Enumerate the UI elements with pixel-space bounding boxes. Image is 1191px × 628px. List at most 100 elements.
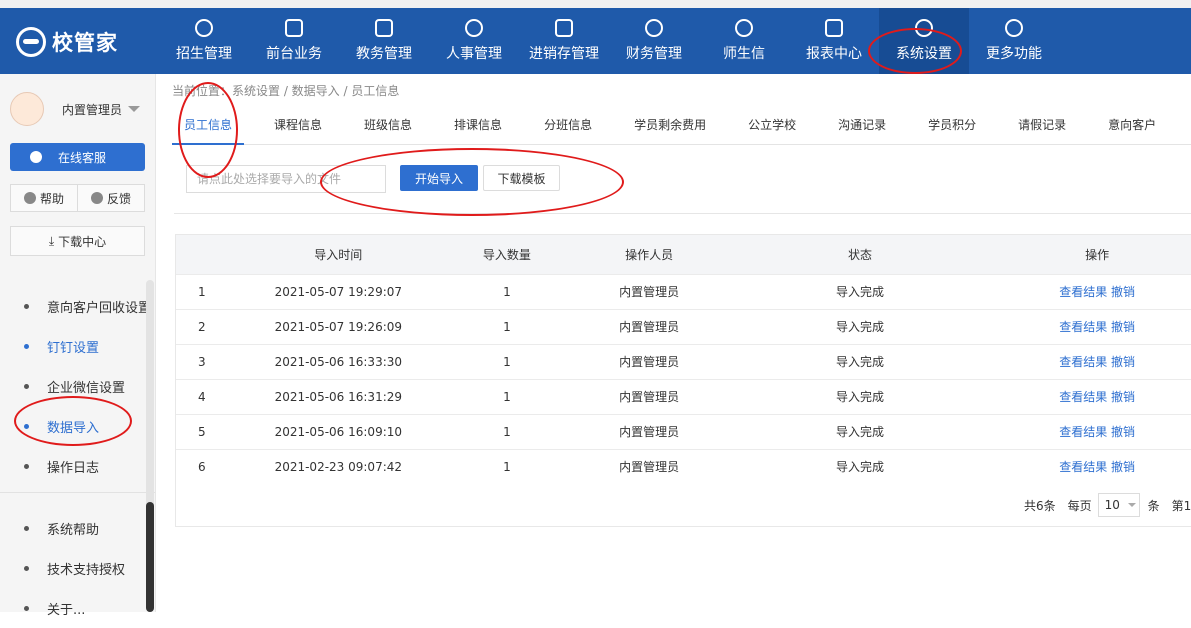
cell-time: 2021-05-06 16:09:10 [243,413,434,449]
cell-index: 1 [176,273,244,309]
view-result-link[interactable]: 查看结果 [1059,390,1107,404]
chevron-down-icon [1127,503,1136,507]
tab-leads[interactable]: 意向客户 [1096,110,1168,145]
menu-item-lead-recycle[interactable]: 意向客户回收设置 [0,286,155,326]
section-divider [174,213,1191,214]
window-icon [285,19,303,37]
undo-link[interactable]: 撤销 [1111,355,1135,369]
page-size-select[interactable]: 10 [1097,493,1140,517]
user-menu[interactable]: 内置管理员 [10,92,141,126]
undo-link[interactable]: 撤销 [1111,460,1135,474]
logo-text: 校管家 [52,31,118,55]
view-result-link[interactable]: 查看结果 [1059,285,1107,299]
cell-time: 2021-05-07 19:29:07 [243,273,434,309]
nav-item-more[interactable]: 更多功能 [969,8,1059,74]
avatar [10,92,44,126]
cell-time: 2021-05-06 16:31:29 [243,378,434,414]
download-template-button[interactable]: 下载模板 [483,165,560,191]
cell-operator: 内置管理员 [580,378,718,414]
cell-count: 1 [433,448,581,484]
online-service-button[interactable]: 在线客服 [10,143,145,171]
help-button[interactable]: 帮助 [10,184,78,212]
yuan-icon [645,19,663,37]
cell-status: 导入完成 [717,273,1003,309]
cell-count: 1 [433,273,581,309]
view-result-link[interactable]: 查看结果 [1059,320,1107,334]
nav-item-front-desk[interactable]: 前台业务 [249,8,339,74]
cell-count: 1 [433,413,581,449]
cell-time: 2021-02-23 09:07:42 [243,448,434,484]
nav-item-messages[interactable]: 师生信 [699,8,789,74]
view-result-link[interactable]: 查看结果 [1059,355,1107,369]
tab-student-points[interactable]: 学员积分 [916,110,988,145]
tab-course-info[interactable]: 课程信息 [262,110,334,145]
cell-actions: 查看结果 撤销 [1002,448,1191,484]
nav-item-reports[interactable]: 报表中心 [789,8,879,74]
scrollbar-thumb[interactable] [146,502,154,612]
help-feedback-row: 帮助 反馈 [10,184,145,212]
pagination: 共6条 每页 10 条 第1 [1024,493,1191,517]
tab-leave-records[interactable]: 请假记录 [1006,110,1078,145]
cell-operator: 内置管理员 [580,273,718,309]
col-header-count: 导入数量 [433,235,581,274]
question-icon [23,192,36,204]
bullet-icon [24,343,29,349]
tab-remaining-fees[interactable]: 学员剩余费用 [622,110,718,145]
file-picker-input[interactable]: 请点此处选择要导入的文件 [186,165,386,193]
menu-item-data-import[interactable]: 数据导入 [0,406,155,446]
undo-link[interactable]: 撤销 [1111,320,1135,334]
cell-time: 2021-05-07 19:26:09 [243,308,434,344]
undo-link[interactable]: 撤销 [1111,390,1135,404]
tab-public-school[interactable]: 公立学校 [736,110,808,145]
cell-actions: 查看结果 撤销 [1002,343,1191,379]
browser-strip [0,0,1191,8]
cell-time: 2021-05-06 16:33:30 [243,343,434,379]
nav-item-enrollment[interactable]: 招生管理 [159,8,249,74]
pager-unit: 条 [1147,498,1160,513]
cell-operator: 内置管理员 [580,308,718,344]
view-result-link[interactable]: 查看结果 [1059,460,1107,474]
menu-item-operation-log[interactable]: 操作日志 [0,446,155,486]
nav-item-academic[interactable]: 教务管理 [339,8,429,74]
feedback-button[interactable]: 反馈 [78,184,145,212]
menu-item-about[interactable]: 关于... [0,588,155,628]
more-icon [1005,19,1023,37]
nav-item-inventory[interactable]: 进销存管理 [519,8,609,74]
menu-item-system-help[interactable]: 系统帮助 [0,508,155,548]
pager-page[interactable]: 第1 [1172,497,1191,514]
logo[interactable]: 校管家 [16,22,118,62]
menu-item-support-auth[interactable]: 技术支持授权 [0,548,155,588]
cell-actions: 查看结果 撤销 [1002,413,1191,449]
menu-divider [0,492,155,508]
tab-staff-info[interactable]: 员工信息 [172,110,245,145]
logo-icon [16,27,46,57]
cell-operator: 内置管理员 [580,343,718,379]
nav-item-finance[interactable]: 财务管理 [609,8,699,74]
gear-icon [915,19,933,37]
menu-item-wecom[interactable]: 企业微信设置 [0,366,155,406]
chevron-down-icon [128,106,141,112]
nav-item-hr[interactable]: 人事管理 [429,8,519,74]
undo-link[interactable]: 撤销 [1111,285,1135,299]
breadcrumb: 当前位置：系统设置 / 数据导入 / 员工信息 [172,84,400,98]
pager-per-page-label: 每页 [1067,498,1092,513]
bullet-icon [24,303,29,309]
cell-status: 导入完成 [717,413,1003,449]
nav-item-settings[interactable]: 系统设置 [879,8,969,74]
table-row: 4 2021-05-06 16:31:29 1 内置管理员 导入完成 查看结果 … [176,378,1191,414]
cell-status: 导入完成 [717,448,1003,484]
menu-item-dingtalk[interactable]: 钉钉设置 [0,326,155,366]
tab-class-assign-info[interactable]: 分班信息 [532,110,604,145]
sidebar-scrollbar[interactable] [146,280,154,612]
cell-count: 1 [433,378,581,414]
tab-schedule-info[interactable]: 排课信息 [442,110,514,145]
undo-link[interactable]: 撤销 [1111,425,1135,439]
cell-index: 2 [176,308,244,344]
download-center-button[interactable]: ⤓ 下载中心 [10,226,145,256]
tab-communication[interactable]: 沟通记录 [826,110,898,145]
view-result-link[interactable]: 查看结果 [1059,425,1107,439]
tab-class-info[interactable]: 班级信息 [352,110,424,145]
bullet-icon [24,383,29,389]
cell-count: 1 [433,343,581,379]
start-import-button[interactable]: 开始导入 [400,165,478,191]
